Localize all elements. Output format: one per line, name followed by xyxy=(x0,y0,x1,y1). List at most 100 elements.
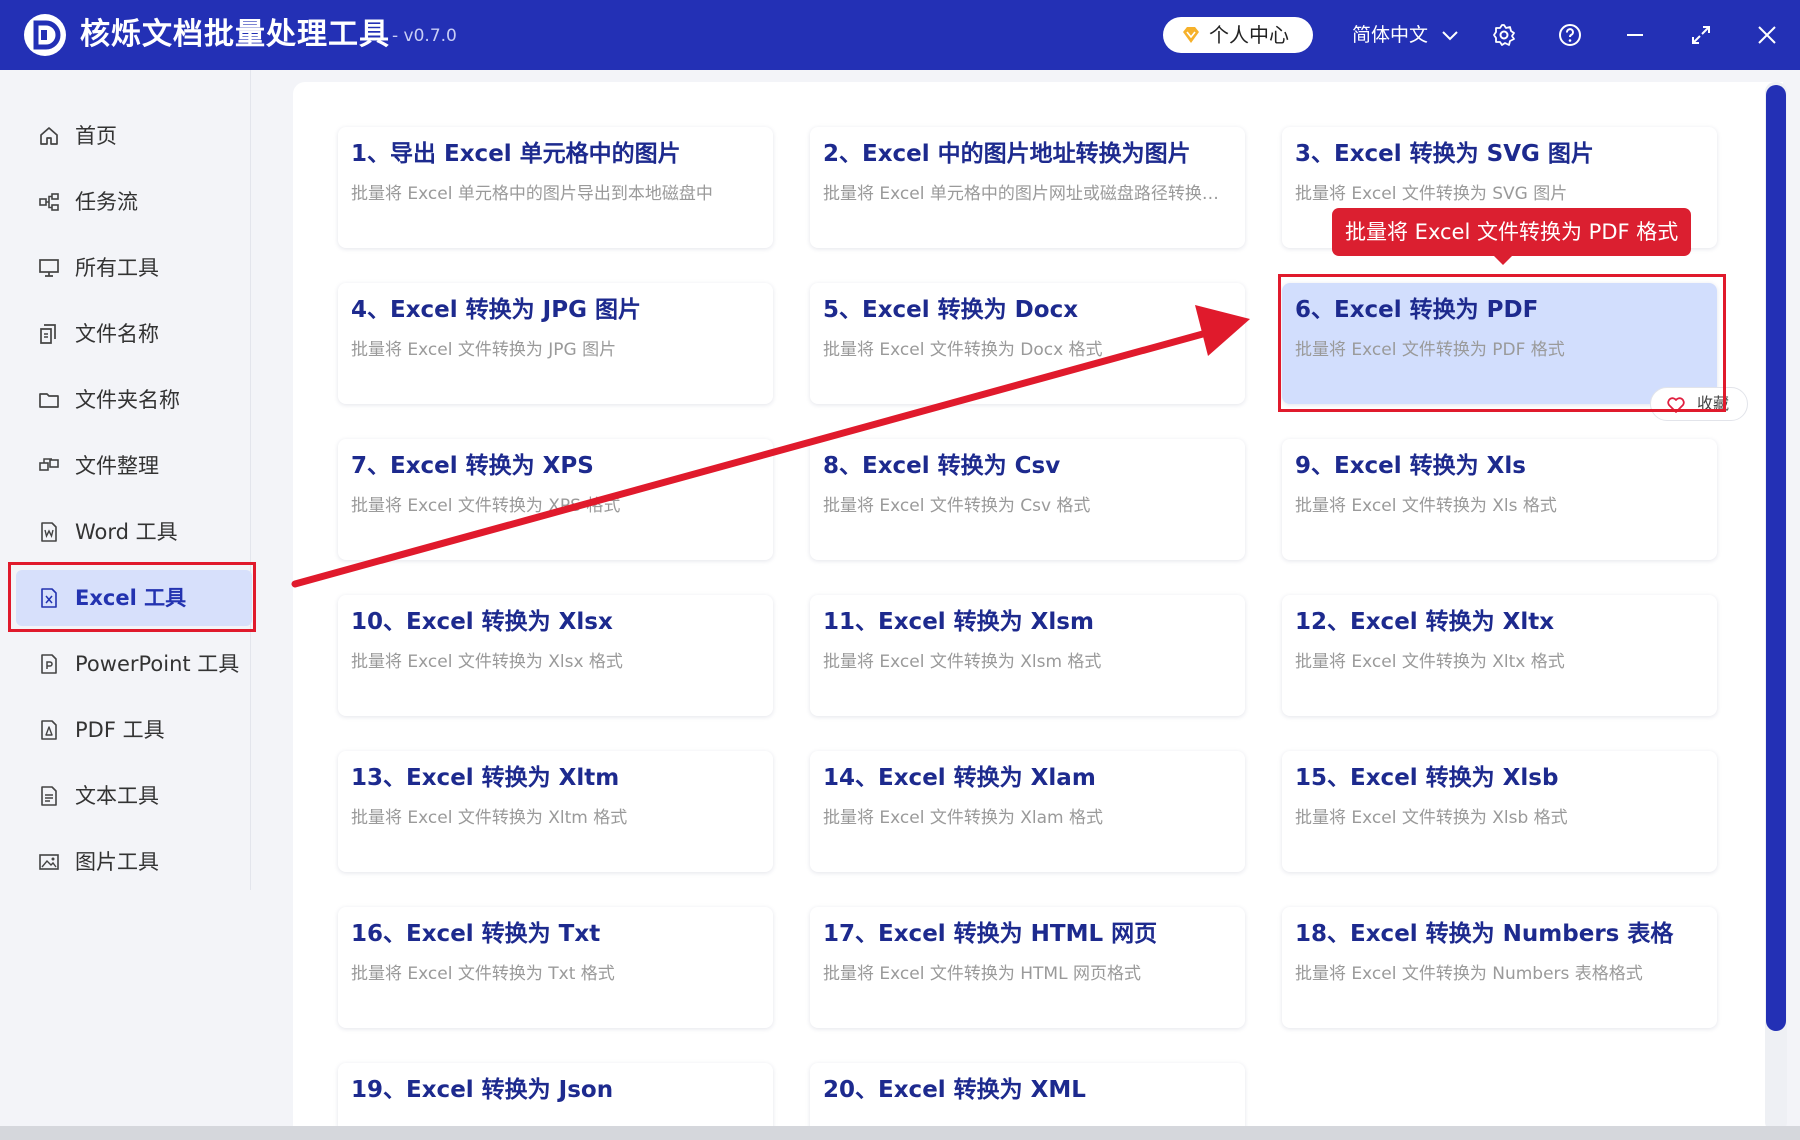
sidebar-item-label: PowerPoint 工具 xyxy=(75,652,240,676)
tool-card-title: 4、Excel 转换为 JPG 图片 xyxy=(351,297,641,323)
language-label: 简体中文 xyxy=(1352,24,1429,46)
sidebar-item-word-tools[interactable]: Word 工具 xyxy=(16,504,252,560)
tool-card-desc: 批量将 Excel 文件转换为 Xltx 格式 xyxy=(1295,652,1565,672)
highlight-box-tool-card-6 xyxy=(1278,274,1726,412)
file-name-icon xyxy=(40,324,56,344)
tool-card-title: 10、Excel 转换为 Xlsx xyxy=(351,609,613,635)
sidebar-item-label: 文件整理 xyxy=(75,454,159,478)
home-icon xyxy=(40,127,58,145)
sidebar-item-label: Word 工具 xyxy=(75,520,178,544)
tool-card-11[interactable]: 11、Excel 转换为 Xlsm 批量将 Excel 文件转换为 Xlsm 格式 xyxy=(810,595,1245,716)
title-bar: 核烁文档批量处理工具 - v0.7.0 个人中心 简体中文 xyxy=(0,0,1800,70)
tool-card-title: 14、Excel 转换为 Xlam xyxy=(823,765,1096,791)
tool-card-4[interactable]: 4、Excel 转换为 JPG 图片批量将 Excel 文件转换为 JPG 图片 xyxy=(338,283,773,404)
tool-card-desc: 批量将 Excel 文件转换为 Xlsb 格式 xyxy=(1295,808,1568,828)
sidebar-item-label: 所有工具 xyxy=(75,256,159,280)
app-window: 核烁文档批量处理工具 - v0.7.0 个人中心 简体中文 首页 任务流 所有工… xyxy=(0,0,1800,1140)
sidebar-item-folder-name[interactable]: 文件夹名称 xyxy=(16,372,252,428)
tool-card-17[interactable]: 17、Excel 转换为 HTML 网页批量将 Excel 文件转换为 HTML… xyxy=(810,907,1245,1028)
tool-card-desc: 批量将 Excel 文件转换为 HTML 网页格式 xyxy=(823,964,1141,984)
tool-card-16[interactable]: 16、Excel 转换为 Txt 批量将 Excel 文件转换为 Txt 格式 xyxy=(338,907,773,1028)
tool-card-8[interactable]: 8、Excel 转换为 Csv 批量将 Excel 文件转换为 Csv 格式 xyxy=(810,439,1245,560)
highlight-box-excel-tools xyxy=(8,562,256,632)
sidebar-item-powerpoint-tools[interactable]: PowerPoint 工具 xyxy=(16,636,252,692)
image-icon xyxy=(39,854,59,870)
sidebar-item-file-name[interactable]: 文件名称 xyxy=(16,306,252,362)
tool-card-desc: 批量将 Excel 文件转换为 JPG 图片 xyxy=(351,340,617,360)
sidebar-item-label: 文件夹名称 xyxy=(75,388,180,412)
powerpoint-icon xyxy=(41,654,57,674)
app-version: - v0.7.0 xyxy=(392,26,457,46)
tool-card-desc: 批量将 Excel 文件转换为 Xlsm 格式 xyxy=(823,652,1102,672)
tool-card-title: 18、Excel 转换为 Numbers 表格 xyxy=(1295,921,1674,947)
tool-card-title: 1、导出 Excel 单元格中的图片 xyxy=(351,141,681,167)
tool-card-13[interactable]: 13、Excel 转换为 Xltm 批量将 Excel 文件转换为 Xltm 格式 xyxy=(338,751,773,872)
tool-card-5[interactable]: 5、Excel 转换为 Docx 批量将 Excel 文件转换为 Docx 格式 xyxy=(810,283,1245,404)
sidebar-item-label: PDF 工具 xyxy=(75,718,165,742)
user-center-label: 个人中心 xyxy=(1209,23,1289,47)
tool-card-title: 11、Excel 转换为 Xlsm xyxy=(823,609,1094,635)
maximize-icon[interactable] xyxy=(1683,17,1719,53)
tool-card-desc: 批量将 Excel 文件转换为 Xltm 格式 xyxy=(351,808,628,828)
tool-card-title: 17、Excel 转换为 HTML 网页 xyxy=(823,921,1158,947)
sidebar-item-text-tools[interactable]: 文本工具 xyxy=(16,768,252,824)
tool-card-title: 16、Excel 转换为 Txt xyxy=(351,921,601,947)
sidebar-item-home[interactable]: 首页 xyxy=(16,108,252,164)
tool-card-title: 8、Excel 转换为 Csv xyxy=(823,453,1061,479)
tooltip: 批量将 Excel 文件转换为 PDF 格式 xyxy=(1332,208,1692,256)
tool-card-title: 15、Excel 转换为 Xlsb xyxy=(1295,765,1559,791)
tool-card-title: 3、Excel 转换为 SVG 图片 xyxy=(1295,141,1594,167)
chevron-down-icon xyxy=(1442,30,1458,40)
tool-card-12[interactable]: 12、Excel 转换为 Xltx 批量将 Excel 文件转换为 Xltx 格式 xyxy=(1282,595,1717,716)
tool-card-15[interactable]: 15、Excel 转换为 Xlsb 批量将 Excel 文件转换为 Xlsb 格式 xyxy=(1282,751,1717,872)
scrollbar-thumb[interactable] xyxy=(1766,85,1786,1031)
vip-diamond-icon xyxy=(1183,27,1199,43)
sidebar-item-label: 首页 xyxy=(75,124,117,148)
tool-card-title: 9、Excel 转换为 Xls xyxy=(1295,453,1526,479)
tool-card-desc: 批量将 Excel 文件转换为 Docx 格式 xyxy=(823,340,1103,360)
tool-card-desc: 批量将 Excel 单元格中的图片网址或磁盘路径转换为图片 xyxy=(823,184,1227,204)
tool-card-2[interactable]: 2、Excel 中的图片地址转换为图片 批量将 Excel 单元格中的图片网址或磁… xyxy=(810,127,1245,248)
organize-icon xyxy=(39,458,59,471)
sidebar-item-file-organize[interactable]: 文件整理 xyxy=(16,438,252,494)
help-icon[interactable] xyxy=(1552,17,1588,53)
sidebar-item-image-tools[interactable]: 图片工具 xyxy=(16,834,252,890)
tool-card-desc: 批量将 Excel 文件转换为 XPS 格式 xyxy=(351,496,621,516)
tooltip-pointer xyxy=(1493,255,1513,265)
minimize-icon[interactable] xyxy=(1617,17,1653,53)
word-icon xyxy=(41,522,57,542)
sidebar-item-pdf-tools[interactable]: PDF 工具 xyxy=(16,702,252,758)
app-logo-icon xyxy=(24,14,66,56)
app-title: 核烁文档批量处理工具 xyxy=(80,17,390,52)
tool-card-18[interactable]: 18、Excel 转换为 Numbers 表格批量将 Excel 文件转换为 N… xyxy=(1282,907,1717,1028)
tool-card-desc: 批量将 Excel 文件转换为 Csv 格式 xyxy=(823,496,1091,516)
tool-card-title: 7、Excel 转换为 XPS xyxy=(351,453,594,479)
monitor-icon xyxy=(39,259,59,277)
sidebar-item-label: 任务流 xyxy=(75,190,138,214)
tool-card-desc: 批量将 Excel 文件转换为 Xls 格式 xyxy=(1295,496,1557,516)
tool-card-desc: 批量将 Excel 文件转换为 SVG 图片 xyxy=(1295,184,1568,204)
tool-card-1[interactable]: 1、导出 Excel 单元格中的图片 批量将 Excel 单元格中的图片导出到本地… xyxy=(338,127,773,248)
sidebar-item-workflow[interactable]: 任务流 xyxy=(16,174,252,230)
tool-card-title: 19、Excel 转换为 Json xyxy=(351,1077,614,1103)
settings-gear-icon[interactable] xyxy=(1486,17,1522,53)
language-select[interactable]: 简体中文 xyxy=(1352,20,1458,50)
tool-card-desc: 批量将 Excel 文件转换为 Xlam 格式 xyxy=(823,808,1103,828)
user-center-button[interactable]: 个人中心 xyxy=(1163,17,1313,53)
sidebar-item-label: 文件名称 xyxy=(75,322,159,346)
workflow-icon xyxy=(39,193,59,211)
text-icon xyxy=(41,786,57,806)
tool-card-desc: 批量将 Excel 文件转换为 Numbers 表格格式 xyxy=(1295,964,1643,984)
close-icon[interactable] xyxy=(1749,17,1785,53)
tool-card-14[interactable]: 14、Excel 转换为 Xlam 批量将 Excel 文件转换为 Xlam 格式 xyxy=(810,751,1245,872)
tool-card-7[interactable]: 7、Excel 转换为 XPS 批量将 Excel 文件转换为 XPS 格式 xyxy=(338,439,773,560)
tool-card-title: 13、Excel 转换为 Xltm xyxy=(351,765,620,791)
tool-card-title: 20、Excel 转换为 XML xyxy=(823,1077,1086,1103)
tool-card-desc: 批量将 Excel 文件转换为 Xlsx 格式 xyxy=(351,652,623,672)
pdf-icon xyxy=(41,720,57,740)
tool-card-10[interactable]: 10、Excel 转换为 Xlsx 批量将 Excel 文件转换为 Xlsx 格式 xyxy=(338,595,773,716)
tool-card-desc: 批量将 Excel 文件转换为 Txt 格式 xyxy=(351,964,615,984)
sidebar-item-all-tools[interactable]: 所有工具 xyxy=(16,240,252,296)
sidebar-item-label: 图片工具 xyxy=(75,850,159,874)
tool-card-9[interactable]: 9、Excel 转换为 Xls 批量将 Excel 文件转换为 Xls 格式 xyxy=(1282,439,1717,560)
